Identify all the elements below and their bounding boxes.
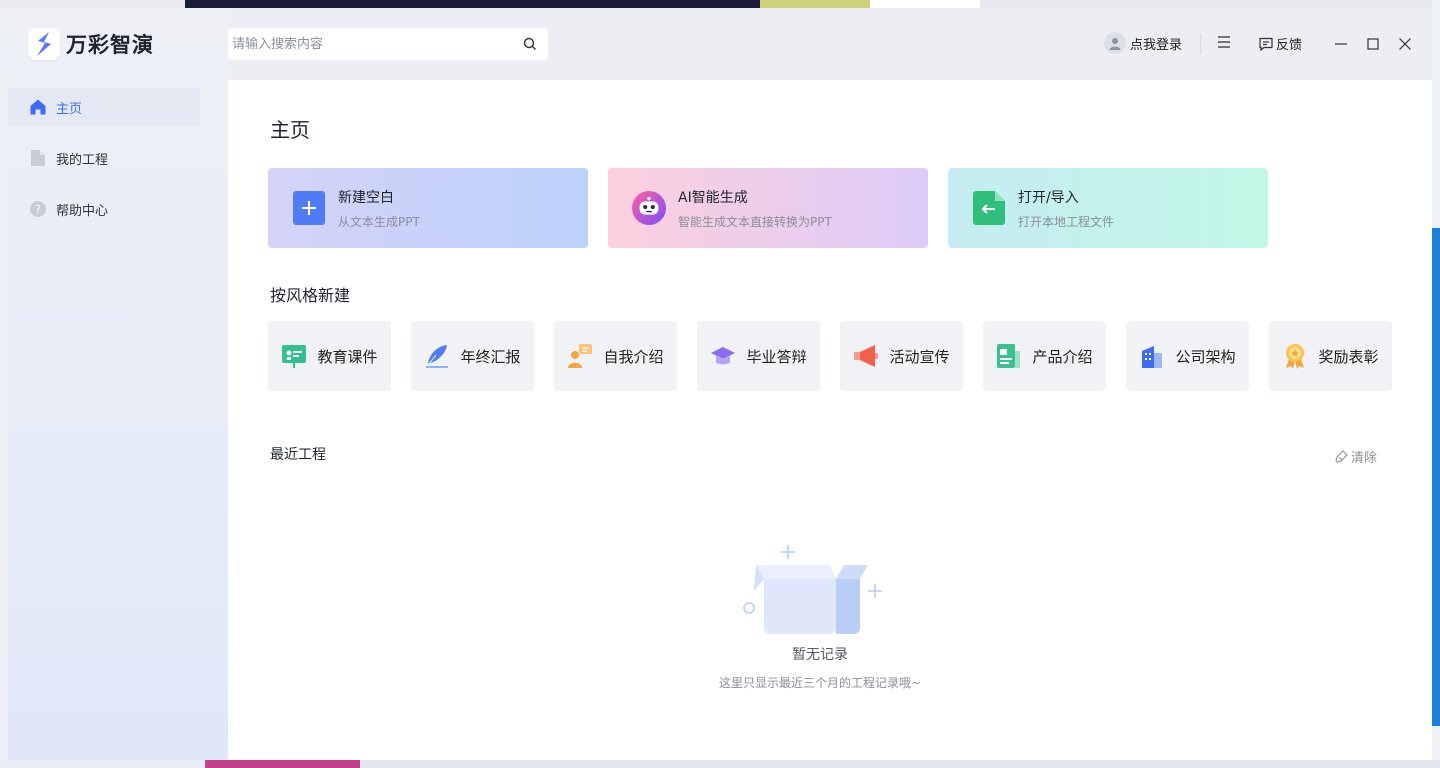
- card-subtitle: 从文本生成PPT: [338, 214, 420, 229]
- plus-icon: [292, 191, 326, 225]
- style-self-introduction[interactable]: 自我介绍: [554, 321, 677, 391]
- sidebar-item-home[interactable]: 主页: [8, 88, 200, 126]
- sidebar-nav: 主页 我的工程 ? 帮助中心: [8, 88, 200, 241]
- robot-icon: [632, 191, 666, 225]
- top-header: 点我登录 反馈: [228, 8, 1432, 80]
- background-window-strip-left: [0, 8, 8, 760]
- style-product-introduction[interactable]: 产品介绍: [983, 321, 1106, 391]
- background-window-strip-right: [1432, 0, 1440, 768]
- menu-icon[interactable]: [1216, 34, 1232, 54]
- main-content: 主页 新建空白 从文本生成PPT AI智能生成 智能生成文本直接转换为PPT 打…: [228, 80, 1432, 760]
- avatar-icon: [1104, 32, 1126, 54]
- search-input[interactable]: [230, 35, 514, 53]
- logo-mark-icon: [28, 28, 60, 60]
- style-label: 活动宣传: [889, 347, 950, 366]
- style-event-promotion[interactable]: 活动宣传: [840, 321, 963, 391]
- close-icon[interactable]: [1393, 32, 1417, 56]
- style-templates: 教育课件 年终汇报 自我介绍 毕业答辩 活动宣传 产品介绍 公司架构 奖励表彰: [268, 321, 1392, 391]
- feedback-button[interactable]: 反馈: [1258, 34, 1302, 53]
- new-blank-card[interactable]: 新建空白 从文本生成PPT: [268, 168, 588, 248]
- feather-pen-icon: [424, 343, 450, 369]
- sidebar-item-my-projects[interactable]: 我的工程: [8, 139, 200, 177]
- clear-button[interactable]: 清除: [1334, 447, 1377, 466]
- home-icon: [28, 97, 48, 117]
- presentation-board-icon: [281, 343, 307, 369]
- app-logo: 万彩智演: [28, 28, 154, 60]
- empty-state-subtitle: 这里只显示最近三个月的工程记录哦~: [718, 676, 922, 690]
- card-subtitle: 打开本地工程文件: [1018, 214, 1115, 229]
- ai-generate-card[interactable]: AI智能生成 智能生成文本直接转换为PPT: [608, 168, 928, 248]
- minimize-icon[interactable]: [1329, 32, 1353, 56]
- app-window: 万彩智演 主页 我的工程 ? 帮助中心 请输入搜索内容 点我登录 反馈 主页 新…: [8, 8, 1432, 760]
- header-divider: [1200, 34, 1201, 54]
- sidebar-item-label: 我的工程: [56, 152, 109, 168]
- login-button[interactable]: 点我登录: [1104, 32, 1182, 54]
- style-graduation-defense[interactable]: 毕业答辩: [697, 321, 820, 391]
- search-box: [228, 28, 548, 60]
- background-window-strip-top: [0, 0, 1440, 8]
- sidebar: 万彩智演 主页 我的工程 ? 帮助中心: [8, 8, 228, 760]
- feedback-label: 反馈: [1276, 38, 1303, 53]
- style-section-title: 按风格新建: [270, 286, 351, 305]
- card-title: 新建空白: [338, 189, 394, 206]
- clear-label: 清除: [1351, 451, 1378, 466]
- building-icon: [1139, 343, 1165, 369]
- style-label: 奖励表彰: [1318, 347, 1379, 366]
- broom-icon: [1334, 449, 1348, 464]
- help-icon: ?: [28, 199, 48, 219]
- style-award-recognition[interactable]: 奖励表彰: [1269, 321, 1392, 391]
- svg-text:?: ?: [35, 203, 41, 216]
- product-doc-icon: [996, 343, 1022, 369]
- app-name: 万彩智演: [66, 33, 154, 57]
- style-education[interactable]: 教育课件: [268, 321, 391, 391]
- style-year-end-report[interactable]: 年终汇报: [411, 321, 534, 391]
- person-chat-icon: [567, 343, 593, 369]
- style-label: 自我介绍: [603, 347, 664, 366]
- open-import-card[interactable]: 打开/导入 打开本地工程文件: [948, 168, 1268, 248]
- maximize-icon[interactable]: [1361, 32, 1385, 56]
- style-label: 年终汇报: [460, 347, 521, 366]
- page-title: 主页: [270, 118, 310, 142]
- style-label: 毕业答辩: [746, 347, 807, 366]
- card-title: 打开/导入: [1018, 189, 1079, 206]
- background-window-strip-bottom: [0, 760, 1440, 768]
- background-window-blue-panel: [1432, 228, 1440, 726]
- empty-box-illustration: [740, 535, 890, 639]
- login-label: 点我登录: [1130, 37, 1183, 53]
- empty-state-title: 暂无记录: [792, 647, 848, 663]
- style-label: 产品介绍: [1032, 347, 1093, 366]
- card-subtitle: 智能生成文本直接转换为PPT: [678, 214, 832, 229]
- sidebar-item-label: 帮助中心: [56, 203, 109, 219]
- style-label: 公司架构: [1175, 347, 1236, 366]
- award-medal-icon: [1282, 343, 1308, 369]
- sidebar-item-help-center[interactable]: ? 帮助中心: [8, 190, 200, 228]
- document-icon: [28, 148, 48, 168]
- import-icon: [972, 191, 1006, 225]
- style-label: 教育课件: [317, 347, 378, 366]
- graduation-cap-icon: [710, 343, 736, 369]
- megaphone-icon: [853, 343, 879, 369]
- sidebar-item-label: 主页: [56, 101, 83, 117]
- search-icon[interactable]: [522, 36, 538, 56]
- feedback-icon: [1258, 36, 1274, 52]
- style-company-structure[interactable]: 公司架构: [1126, 321, 1249, 391]
- recent-projects-title: 最近工程: [270, 447, 326, 463]
- card-title: AI智能生成: [678, 189, 748, 206]
